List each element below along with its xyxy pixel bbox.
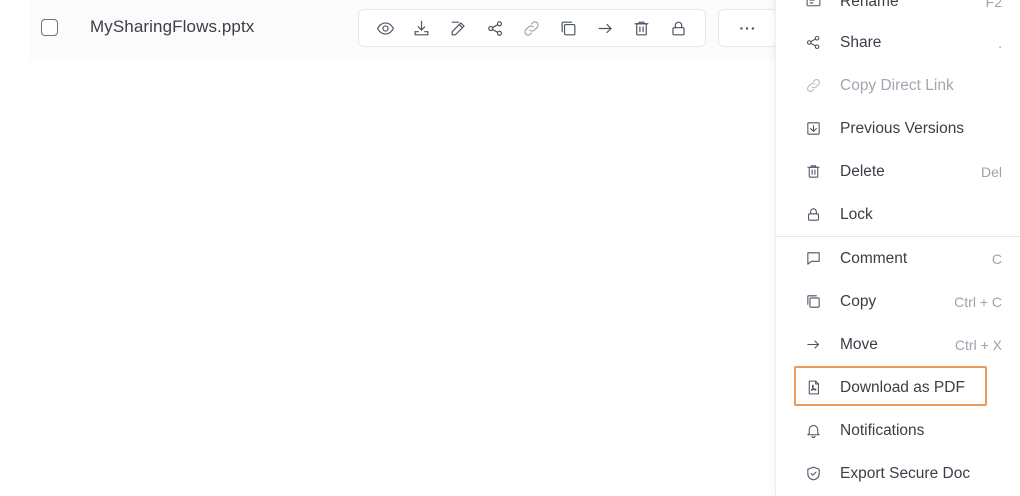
menu-item-label: Delete [840, 162, 885, 180]
comment-icon [804, 250, 822, 268]
menu-item-download-as-pdf[interactable]: Download as PDF [776, 366, 1020, 409]
shield-icon [804, 465, 822, 483]
bell-icon [804, 422, 822, 440]
link-icon [524, 20, 540, 36]
menu-item-shortcut: Ctrl + X [954, 336, 1002, 353]
copy-link-button[interactable] [518, 14, 546, 42]
menu-item-label: Previous Versions [840, 119, 965, 137]
menu-item-move[interactable]: Move Ctrl + X [776, 323, 1020, 366]
menu-item-label: Lock [840, 205, 873, 223]
menu-item-shortcut: F2 [985, 0, 1002, 10]
menu-item-label: Download as PDF [840, 378, 965, 396]
copy-button[interactable] [555, 14, 583, 42]
menu-item-delete[interactable]: Delete Del [776, 150, 1020, 193]
menu-item-shortcut: C [991, 250, 1002, 267]
menu-item-copy[interactable]: Copy Ctrl + C [776, 280, 1020, 323]
arrow-right-icon [804, 336, 822, 354]
download-button[interactable] [408, 14, 436, 42]
menu-item-share[interactable]: Share . [776, 21, 1020, 64]
share-icon [804, 34, 822, 52]
file-action-bar [358, 9, 706, 47]
share-icon [487, 20, 502, 36]
menu-item-label: Notifications [840, 421, 925, 439]
menu-item-export-secure-doc[interactable]: Export Secure Doc [776, 452, 1020, 495]
copy-icon [804, 293, 822, 311]
eye-icon [376, 21, 394, 35]
menu-item-label: Comment [840, 249, 908, 267]
menu-item-copy-direct-link[interactable]: Copy Direct Link [776, 64, 1020, 107]
page: MySharingFlows.pptx ··· Rename F2 Share … [0, 0, 1020, 496]
file-row[interactable]: MySharingFlows.pptx ··· [30, 0, 778, 60]
pdf-icon [804, 379, 822, 397]
trash-icon [634, 21, 649, 35]
more-options-button[interactable]: ··· [718, 9, 778, 47]
lock-button[interactable] [665, 14, 693, 42]
menu-item-shortcut: Ctrl + C [954, 293, 1002, 310]
menu-item-lock[interactable]: Lock [776, 193, 1020, 236]
menu-item-label: Copy Direct Link [840, 76, 954, 94]
preview-button[interactable] [371, 14, 399, 42]
menu-item-label: Rename [840, 0, 899, 10]
menu-item-previous-versions[interactable]: Previous Versions [776, 107, 1020, 150]
menu-item-shortcut: . [998, 34, 1002, 51]
context-menu: Rename F2 Share . Copy Direct Link Previ… [775, 0, 1020, 496]
edit-button[interactable] [445, 14, 473, 42]
menu-item-label: Copy [840, 292, 877, 310]
rename-icon [804, 0, 822, 11]
menu-item-rename[interactable]: Rename F2 [776, 0, 1020, 23]
link-icon [804, 77, 822, 95]
versions-icon [804, 120, 822, 138]
menu-item-label: Share [840, 33, 882, 51]
menu-item-label: Export Secure Doc [840, 464, 971, 482]
edit-icon [451, 21, 465, 35]
file-name[interactable]: MySharingFlows.pptx [90, 17, 254, 37]
lock-icon [804, 206, 822, 224]
copy-icon [561, 21, 576, 35]
move-button[interactable] [591, 14, 619, 42]
menu-item-notifications[interactable]: Notifications [776, 409, 1020, 452]
download-icon [415, 20, 429, 35]
file-checkbox[interactable] [41, 19, 58, 36]
trash-icon [804, 163, 822, 181]
menu-item-label: Move [840, 335, 878, 353]
delete-button[interactable] [628, 14, 656, 42]
lock-icon [672, 21, 685, 35]
menu-item-shortcut: Del [980, 163, 1002, 180]
share-button[interactable] [481, 14, 509, 42]
menu-item-comment[interactable]: Comment C [776, 237, 1020, 280]
arrow-right-icon [598, 23, 612, 33]
